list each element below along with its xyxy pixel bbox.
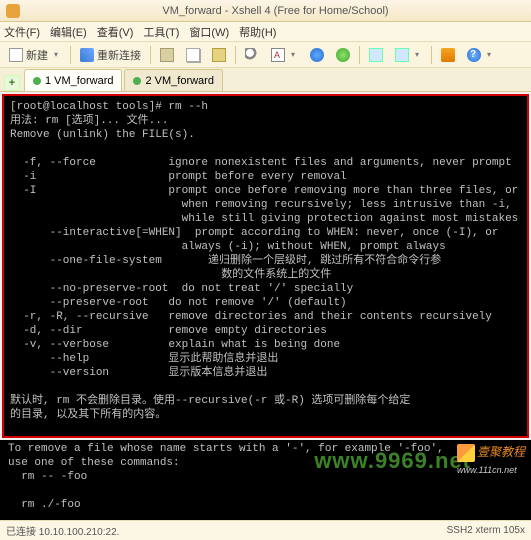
new-button[interactable]: 新建▾ xyxy=(4,44,66,66)
layout-icon xyxy=(369,48,383,62)
window-title: VM_forward - Xshell 4 (Free for Home/Sch… xyxy=(26,5,525,17)
connection-status: 已连接 10.10.100.210:22. xyxy=(6,523,119,538)
paste-icon xyxy=(212,48,226,62)
search-icon xyxy=(245,48,259,62)
chevron-down-icon: ▾ xyxy=(412,50,422,59)
tab-bar: + 1 VM_forward 2 VM_forward xyxy=(0,68,531,92)
new-label: 新建 xyxy=(26,47,48,63)
paste-button[interactable] xyxy=(207,44,231,66)
menu-tools[interactable]: 工具(T) xyxy=(143,24,179,40)
save-icon xyxy=(160,48,174,62)
separator xyxy=(70,46,71,64)
tab-label: 1 VM_forward xyxy=(45,75,113,87)
menu-view[interactable]: 查看(V) xyxy=(97,24,134,40)
file-icon xyxy=(9,48,23,62)
save-button[interactable] xyxy=(155,44,179,66)
title-bar: VM_forward - Xshell 4 (Free for Home/Sch… xyxy=(0,0,531,22)
profile-button[interactable] xyxy=(436,44,460,66)
logo-icon xyxy=(457,444,475,462)
color-green-icon xyxy=(336,48,350,62)
reconnect-icon xyxy=(80,48,94,62)
tab-2[interactable]: 2 VM_forward xyxy=(124,69,222,91)
separator xyxy=(235,46,236,64)
copy-icon xyxy=(186,48,200,62)
tab-label: 2 VM_forward xyxy=(145,75,213,87)
layout2-button[interactable]: ▾ xyxy=(390,44,427,66)
menu-file[interactable]: 文件(F) xyxy=(4,24,40,40)
separator xyxy=(359,46,360,64)
tab-1[interactable]: 1 VM_forward xyxy=(24,69,122,91)
watermark-1: www.9969.net xyxy=(314,448,471,474)
layout-icon xyxy=(395,48,409,62)
copy-button[interactable] xyxy=(181,44,205,66)
find-button[interactable] xyxy=(240,44,264,66)
toolbar: 新建▾ 重新连接 ▾ ▾ ▾ xyxy=(0,42,531,68)
terminal-output[interactable]: [root@localhost tools]# rm --h 用法: rm [选… xyxy=(2,94,529,438)
app-icon xyxy=(6,4,20,18)
watermark-text: 壹聚教程 xyxy=(477,445,525,459)
status-dot-icon xyxy=(33,77,41,85)
terminal-info: SSH2 xterm 105x xyxy=(447,525,525,536)
color1-button[interactable] xyxy=(305,44,329,66)
chevron-down-icon: ▾ xyxy=(288,50,298,59)
help-button[interactable]: ▾ xyxy=(462,44,499,66)
font-button[interactable]: ▾ xyxy=(266,44,303,66)
chevron-down-icon: ▾ xyxy=(51,50,61,59)
separator xyxy=(150,46,151,64)
reconnect-label: 重新连接 xyxy=(97,47,141,63)
separator xyxy=(431,46,432,64)
status-dot-icon xyxy=(133,77,141,85)
menu-help[interactable]: 帮助(H) xyxy=(239,24,276,40)
chevron-down-icon: ▾ xyxy=(484,50,494,59)
status-bar: 已连接 10.10.100.210:22. SSH2 xterm 105x xyxy=(0,520,531,540)
watermark-2: 壹聚教程 www.111cn.net xyxy=(457,443,525,476)
color2-button[interactable] xyxy=(331,44,355,66)
menu-edit[interactable]: 编辑(E) xyxy=(50,24,87,40)
color-blue-icon xyxy=(310,48,324,62)
add-tab-button[interactable]: + xyxy=(4,75,20,91)
layout-button[interactable] xyxy=(364,44,388,66)
menu-window[interactable]: 窗口(W) xyxy=(189,24,229,40)
reconnect-button[interactable]: 重新连接 xyxy=(75,44,146,66)
font-icon xyxy=(271,48,285,62)
menu-bar: 文件(F) 编辑(E) 查看(V) 工具(T) 窗口(W) 帮助(H) xyxy=(0,22,531,42)
help-icon xyxy=(467,48,481,62)
profile-icon xyxy=(441,48,455,62)
watermark-url: www.111cn.net xyxy=(457,465,517,475)
